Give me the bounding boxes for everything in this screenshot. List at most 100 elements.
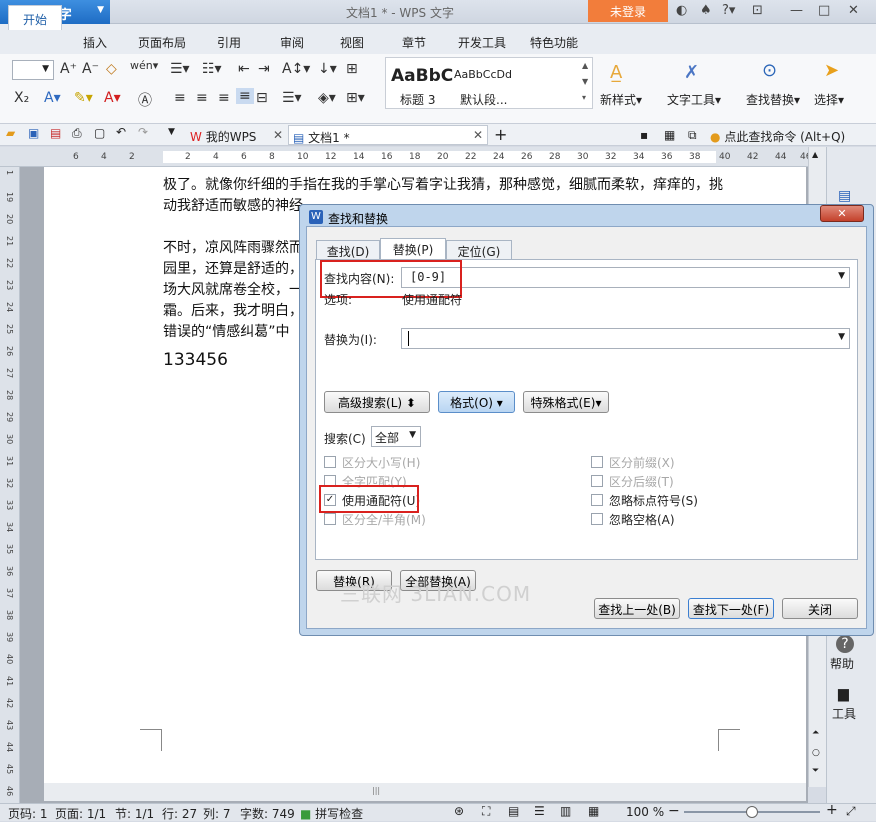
scroll-grip-icon[interactable]: ||| — [372, 786, 380, 795]
style-sample-normal[interactable]: AaBbCcDd — [454, 68, 512, 81]
shading-icon[interactable]: ◈▾ — [318, 90, 336, 106]
tab-replace[interactable]: 替换(P) — [380, 238, 446, 260]
preview-icon[interactable]: ▢ — [94, 126, 105, 140]
skin-icon[interactable]: ◐ — [676, 3, 687, 18]
grow-font-icon[interactable]: A⁺ — [60, 61, 77, 77]
tab-review[interactable]: 审阅 — [280, 34, 304, 51]
search-command[interactable]: ● 点此查找命令 (Alt+Q) — [710, 125, 845, 145]
advanced-search-button[interactable]: 高级搜索(L) ⬍ — [324, 391, 430, 413]
pdf-icon[interactable]: ▤ — [50, 126, 61, 140]
font-size-select[interactable]: ▼ — [12, 60, 54, 80]
dialog-close-button[interactable]: ✕ — [820, 205, 864, 222]
help-icon[interactable]: ? — [836, 635, 854, 653]
save-icon[interactable]: ▣ — [28, 126, 39, 140]
clear-format-icon[interactable]: ◇ — [106, 61, 117, 77]
protect-icon[interactable]: ⊛ — [454, 804, 464, 818]
shrink-font-icon[interactable]: A⁻ — [82, 61, 99, 77]
close-button[interactable]: 关闭 — [782, 598, 858, 619]
tab-features[interactable]: 特色功能 — [530, 34, 578, 51]
align-right-icon[interactable]: ≡ — [218, 90, 230, 106]
tab-doc1[interactable]: ▤ 文档1 * — [288, 125, 488, 145]
align-left-icon[interactable]: ≡ — [174, 90, 186, 106]
page-view-icon[interactable]: ▤ — [508, 804, 519, 818]
zoom-level[interactable]: 100 % — [626, 805, 664, 819]
layout-icon[interactable]: ▦ — [664, 125, 675, 145]
close-window-icon[interactable]: ✕ — [848, 3, 859, 18]
reading-view-icon[interactable]: ▦ — [588, 804, 599, 818]
style-scroll-icon[interactable]: ▲ ▼ ▾ — [582, 58, 588, 106]
spellcheck-status[interactable]: ■ 拼写检查 — [300, 805, 363, 822]
checkbox[interactable] — [591, 494, 603, 506]
table-icon[interactable]: ⊞ — [346, 61, 358, 77]
help-label[interactable]: 帮助 — [830, 655, 854, 672]
align-center-icon[interactable]: ≡ — [196, 90, 208, 106]
tab-page-layout[interactable]: 页面布局 — [138, 34, 186, 51]
maximize-icon[interactable]: □ — [818, 3, 830, 18]
outline-view-icon[interactable]: ☰ — [534, 804, 545, 818]
minimize-icon[interactable]: — — [790, 3, 803, 18]
checkbox[interactable] — [591, 513, 603, 525]
new-tab-icon[interactable]: + — [494, 122, 507, 144]
help-icon[interactable]: ?▾ — [722, 3, 735, 18]
toolbox-icon[interactable]: ▆ — [838, 686, 849, 702]
new-style-button[interactable]: 新样式▾ — [600, 91, 642, 108]
new-doc-icon[interactable]: ▤ — [838, 188, 851, 204]
tab-goto[interactable]: 定位(G) — [446, 240, 512, 260]
justify-icon[interactable]: ≡ — [236, 88, 254, 104]
distribute-icon[interactable]: ⊟ — [256, 90, 268, 106]
char-shading-icon[interactable]: Ⓐ — [138, 90, 152, 110]
print-icon[interactable]: ⎙ — [72, 126, 82, 141]
find-input[interactable]: [0-9] ▼ — [401, 267, 850, 288]
select-button[interactable]: 选择▾ — [814, 91, 844, 108]
highlight-icon[interactable]: ✎▾ — [74, 90, 93, 106]
zoom-out-icon[interactable]: − — [668, 803, 680, 819]
horizontal-scrollbar[interactable] — [44, 783, 806, 801]
find-next-button[interactable]: 查找下一处(F) — [688, 598, 774, 619]
find-previous-button[interactable]: 查找上一处(B) — [594, 598, 680, 619]
indent-icon[interactable]: ⇥ — [258, 61, 270, 77]
tab-section[interactable]: 章节 — [402, 34, 426, 51]
tab-find[interactable]: 查找(D) — [316, 240, 380, 260]
phonetic-icon[interactable]: wén▾ — [130, 59, 158, 72]
web-view-icon[interactable]: ▥ — [560, 804, 571, 818]
scroll-up-icon[interactable]: ▲ — [812, 150, 818, 159]
login-button[interactable]: 未登录 — [588, 0, 668, 22]
undo-icon[interactable]: ↶ — [116, 125, 126, 139]
line-spacing-icon[interactable]: ☰▾ — [282, 90, 302, 106]
tools-label[interactable]: 工具 — [832, 705, 856, 722]
close-doc-tab-icon[interactable]: ✕ — [473, 125, 483, 145]
format-button[interactable]: 格式(O) ▾ — [438, 391, 515, 413]
tab-my-wps[interactable]: W 我的WPS — [190, 125, 256, 145]
tab-home[interactable]: 开始 — [8, 5, 62, 30]
tab-insert[interactable]: 插入 — [83, 34, 107, 51]
fit-window-icon[interactable]: ⤢ — [846, 804, 856, 819]
chevron-down-icon[interactable]: ▼ — [838, 332, 845, 342]
outdent-icon[interactable]: ⇤ — [238, 61, 250, 77]
open-icon[interactable]: ▰ — [6, 126, 15, 140]
close-tab-icon[interactable]: ✕ — [273, 125, 283, 145]
restore-icon[interactable]: ⧉ — [688, 125, 697, 145]
redo-icon[interactable]: ↷ — [138, 125, 148, 139]
tab-references[interactable]: 引用 — [217, 34, 241, 51]
status-wordcount[interactable]: 字数: 749 — [240, 805, 295, 822]
zoom-slider-thumb[interactable] — [746, 806, 758, 818]
customize-icon[interactable]: ▼ — [168, 127, 175, 137]
text-effect-icon[interactable]: A▾ — [44, 90, 61, 106]
search-scope-select[interactable]: 全部 ▼ — [371, 426, 421, 447]
pin-icon[interactable]: ⊡ — [752, 3, 763, 18]
replace-input[interactable]: ▼ — [401, 328, 850, 349]
tab-developer[interactable]: 开发工具 — [458, 34, 506, 51]
zoom-in-icon[interactable]: + — [826, 802, 838, 818]
border-icon[interactable]: ⊞▾ — [346, 90, 365, 106]
chevron-down-icon[interactable]: ▼ — [838, 271, 845, 281]
text-direction-icon[interactable]: A↕▾ — [282, 61, 310, 77]
fullscreen-icon[interactable]: ⛶ — [482, 804, 490, 819]
next-page-icon[interactable]: ⏷ — [812, 766, 819, 776]
style-sample-heading[interactable]: AaBbC — [391, 66, 453, 86]
tab-view[interactable]: 视图 — [340, 34, 364, 51]
sort-icon[interactable]: ↓▾ — [318, 61, 337, 77]
bullet-list-icon[interactable]: ☰▾ — [170, 61, 190, 77]
numbered-list-icon[interactable]: ☷▾ — [202, 61, 222, 77]
select-browse-icon[interactable]: ○ — [812, 748, 820, 758]
prev-page-icon[interactable]: ⏶ — [812, 728, 819, 738]
